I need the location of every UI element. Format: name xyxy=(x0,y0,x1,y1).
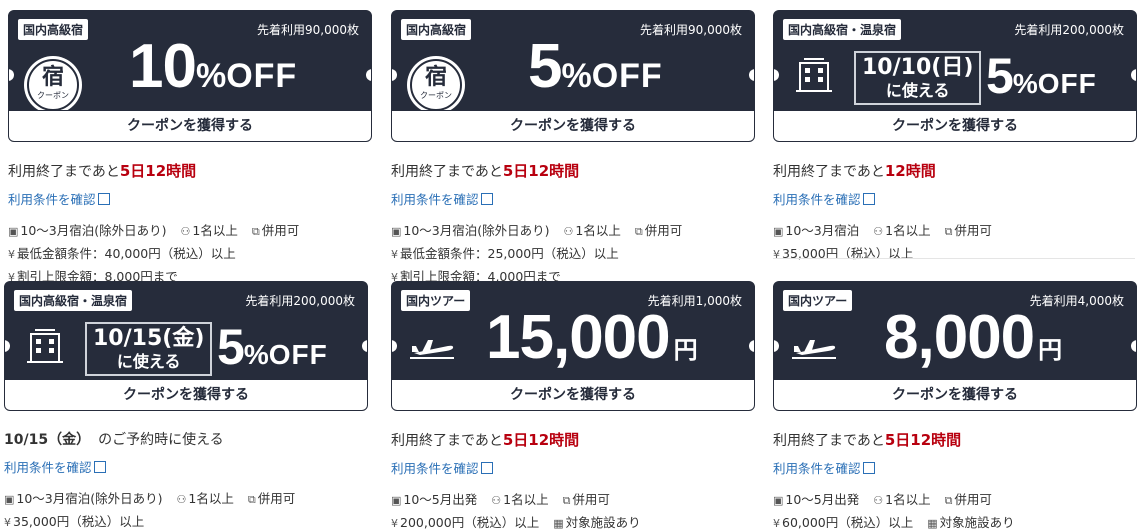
claim-coupon-button[interactable]: クーポンを獲得する xyxy=(774,379,1136,410)
condition-row: ▣ 10〜3月宿泊 ⚇ 1名以上 ⧉ 併用可 xyxy=(773,223,992,238)
building-icon xyxy=(27,329,63,363)
condition-row: ¥35,000円（税込）以上 xyxy=(773,246,914,261)
terms-link[interactable]: 利用条件を確認 xyxy=(391,189,755,208)
calendar-icon: ▣ xyxy=(8,225,19,238)
yen-icon: ¥ xyxy=(4,516,11,529)
category-tag: 国内ツアー xyxy=(783,290,853,311)
calendar-icon: ▣ xyxy=(391,494,402,507)
calendar-icon: ▣ xyxy=(773,225,784,238)
coupon-card-6: 国内ツアー 先着利用4,000枚 8,000 円 クーポンを獲得する 利用終了まで… xyxy=(773,281,1137,531)
calendar-icon: ▣ xyxy=(391,225,402,238)
claim-coupon-button[interactable]: クーポンを獲得する xyxy=(5,379,367,410)
person-icon: ⚇ xyxy=(873,494,884,507)
category-tag: 国内高級宿 xyxy=(401,19,472,40)
person-icon: ⚇ xyxy=(873,225,884,238)
discount-amount: 5%OFF xyxy=(528,32,663,101)
coupon-card-4: 国内高級宿・温泉宿 先着利用200,000枚 10/15(金) に使える 5%OF… xyxy=(4,281,368,530)
category-tag: 国内高級宿 xyxy=(18,19,89,40)
divider xyxy=(773,258,1135,259)
condition-row: ▣ 10〜5月出発 ⚇ 1名以上 ⧉ 併用可 xyxy=(391,492,610,507)
discount-amount: 8,000 円 xyxy=(884,303,1063,372)
category-tag: 国内高級宿・温泉宿 xyxy=(783,19,902,40)
claim-coupon-button[interactable]: クーポンを獲得する xyxy=(9,110,371,141)
remaining-time: 利用終了まであと5日12時間 xyxy=(773,431,962,449)
terms-link[interactable]: 利用条件を確認 xyxy=(8,189,372,208)
yen-icon: ¥ xyxy=(391,517,398,530)
coupon-ticket[interactable]: 国内ツアー 先着利用4,000枚 8,000 円 クーポンを獲得する xyxy=(773,281,1137,411)
condition-row: ▣ 10〜5月出発 ⚇ 1名以上 ⧉ 併用可 xyxy=(773,492,992,507)
yado-coupon-icon: 宿クーポン xyxy=(410,59,462,111)
calendar-icon: ▣ xyxy=(773,494,784,507)
discount-amount: 5%OFF xyxy=(986,48,1097,104)
coupon-ticket[interactable]: 国内高級宿 先着利用90,000枚 宿クーポン 5%OFF クーポンを獲得する xyxy=(391,10,755,142)
combine-icon: ⧉ xyxy=(562,494,571,507)
coupon-card-2: 国内高級宿 先着利用90,000枚 宿クーポン 5%OFF クーポンを獲得する … xyxy=(391,10,755,285)
calendar-icon: ▣ xyxy=(4,493,15,506)
condition-row: ▣ 10〜3月宿泊(除外日あり) ⚇ 1名以上 ⧉ 併用可 xyxy=(4,491,296,506)
yen-icon: ¥ xyxy=(391,248,398,261)
combine-icon: ⧉ xyxy=(944,494,953,507)
terms-link[interactable]: 利用条件を確認 xyxy=(773,458,1137,477)
external-link-icon xyxy=(862,462,875,474)
category-tag: 国内ツアー xyxy=(401,290,471,311)
reservation-date-note: 10/15（金） のご予約時に使える xyxy=(4,432,224,448)
airplane-icon xyxy=(410,340,454,359)
yado-coupon-icon: 宿クーポン xyxy=(27,59,79,111)
date-badge: 10/15(金) に使える xyxy=(85,322,213,376)
condition-row: ¥35,000円（税込）以上 xyxy=(4,514,145,529)
combine-icon: ⧉ xyxy=(634,225,643,238)
claim-coupon-button[interactable]: クーポンを獲得する xyxy=(392,110,754,141)
terms-link[interactable]: 利用条件を確認 xyxy=(4,457,368,476)
date-badge: 10/10(日) に使える xyxy=(854,51,982,105)
coupon-ticket[interactable]: 国内高級宿 先着利用90,000枚 宿クーポン 10%OFF クーポンを獲得する xyxy=(8,10,372,142)
usage-limit: 先着利用200,000枚 xyxy=(245,294,355,308)
claim-coupon-button[interactable]: クーポンを獲得する xyxy=(392,379,754,410)
person-icon: ⚇ xyxy=(491,494,502,507)
yen-icon: ¥ xyxy=(773,517,780,530)
category-tag: 国内高級宿・温泉宿 xyxy=(14,290,133,311)
combine-icon: ⧉ xyxy=(247,493,256,506)
person-icon: ⚇ xyxy=(180,225,191,238)
coupon-card-1: 国内高級宿 先着利用90,000枚 宿クーポン 10%OFF クーポンを獲得する… xyxy=(8,10,372,285)
coupon-ticket[interactable]: 国内高級宿・温泉宿 先着利用200,000枚 10/10(日) に使える 5%OF… xyxy=(773,10,1137,142)
airplane-icon xyxy=(792,340,836,359)
person-icon: ⚇ xyxy=(563,225,574,238)
combine-icon: ⧉ xyxy=(944,225,953,238)
coupon-card-5: 国内ツアー 先着利用1,000枚 15,000 円 クーポンを獲得する 利用終了ま… xyxy=(391,281,755,531)
person-icon: ⚇ xyxy=(176,493,187,506)
discount-amount: 10%OFF xyxy=(129,32,298,101)
remaining-time: 利用終了まであと5日12時間 xyxy=(391,162,580,180)
usage-limit: 先着利用200,000枚 xyxy=(1014,23,1124,37)
external-link-icon xyxy=(480,193,493,205)
condition-row: ▣ 10〜3月宿泊(除外日あり) ⚇ 1名以上 ⧉ 併用可 xyxy=(391,223,683,238)
terms-link[interactable]: 利用条件を確認 xyxy=(773,189,1137,208)
terms-link[interactable]: 利用条件を確認 xyxy=(391,458,755,477)
coupon-ticket[interactable]: 国内ツアー 先着利用1,000枚 15,000 円 クーポンを獲得する xyxy=(391,281,755,411)
condition-row: ¥ 最低金額条件：40,000円（税込）以上 xyxy=(8,246,236,261)
condition-row: ¥60,000円（税込）以上 ▦ 対象施設あり xyxy=(773,515,1015,530)
building-icon xyxy=(796,58,832,92)
condition-row: ▣ 10〜3月宿泊(除外日あり) ⚇ 1名以上 ⧉ 併用可 xyxy=(8,223,300,238)
facility-icon: ▦ xyxy=(927,517,938,530)
facility-icon: ▦ xyxy=(553,517,564,530)
claim-coupon-button[interactable]: クーポンを獲得する xyxy=(774,110,1136,141)
external-link-icon xyxy=(862,193,875,205)
coupon-card-3: 国内高級宿・温泉宿 先着利用200,000枚 10/10(日) に使える 5%OF… xyxy=(773,10,1137,262)
combine-icon: ⧉ xyxy=(251,225,260,238)
yen-icon: ¥ xyxy=(773,248,780,261)
coupon-ticket[interactable]: 国内高級宿・温泉宿 先着利用200,000枚 10/15(金) に使える 5%OF… xyxy=(4,281,368,411)
external-link-icon xyxy=(480,462,493,474)
external-link-icon xyxy=(97,193,110,205)
remaining-time: 利用終了まであと5日12時間 xyxy=(8,162,197,180)
yen-icon: ¥ xyxy=(8,248,15,261)
discount-amount: 5%OFF xyxy=(217,319,328,375)
condition-row: ¥ 最低金額条件：25,000円（税込）以上 xyxy=(391,246,619,261)
external-link-icon xyxy=(93,461,106,473)
discount-amount: 15,000 円 xyxy=(486,303,698,372)
remaining-time: 利用終了まであと5日12時間 xyxy=(391,431,580,449)
condition-row: ¥200,000円（税込）以上 ▦ 対象施設あり xyxy=(391,515,641,530)
remaining-time: 利用終了まであと12時間 xyxy=(773,162,936,180)
